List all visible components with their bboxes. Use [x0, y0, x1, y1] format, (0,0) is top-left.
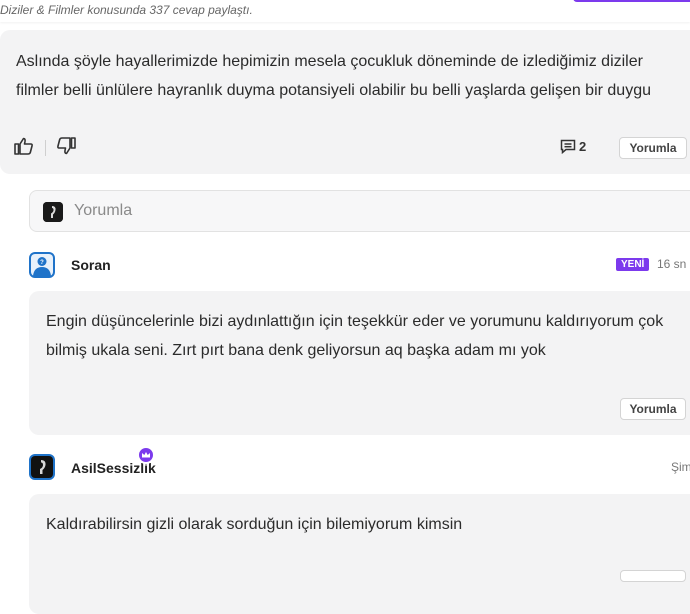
comment-reply-button[interactable]	[620, 570, 686, 582]
downvote-button[interactable]	[56, 137, 76, 155]
comment-icon	[560, 139, 576, 154]
follow-button[interactable]	[573, 0, 690, 2]
answer-text: Aslında şöyle hayallerimizde hepimizin m…	[16, 53, 651, 99]
comment-reply-button[interactable]: Yorumla	[620, 398, 686, 420]
thumbs-down-icon	[57, 137, 76, 155]
user-avatar	[43, 202, 63, 222]
comment-count-value: 2	[579, 139, 587, 154]
comment-text: Kaldırabilirsin gizli olarak sorduğun iç…	[46, 516, 463, 533]
avatar[interactable]: ?	[29, 252, 55, 278]
crown-icon	[137, 446, 155, 464]
top-bar: Diziler & Filmler konusunda 337 cevap pa…	[0, 0, 690, 22]
thumbs-up-icon	[14, 137, 33, 155]
svg-text:?: ?	[40, 260, 44, 266]
comment-author[interactable]: Soran	[71, 257, 111, 273]
comment-count[interactable]: 2	[560, 139, 586, 154]
vote-divider	[45, 140, 46, 156]
answerer-meta: Diziler & Filmler konusunda 337 cevap pa…	[0, 3, 253, 17]
comment-time: Şim	[671, 460, 690, 474]
comment-input[interactable]: Yorumla	[29, 190, 690, 232]
upvote-button[interactable]	[14, 137, 34, 155]
comment-time: 16 sn	[657, 257, 687, 271]
new-badge: YENİ	[616, 258, 650, 271]
comment-text: Engin düşüncelerinle bizi aydınlattığın …	[46, 313, 664, 359]
comment-input-placeholder: Yorumla	[74, 202, 133, 219]
avatar[interactable]	[29, 454, 55, 480]
answer-reply-button[interactable]: Yorumla	[619, 137, 687, 159]
